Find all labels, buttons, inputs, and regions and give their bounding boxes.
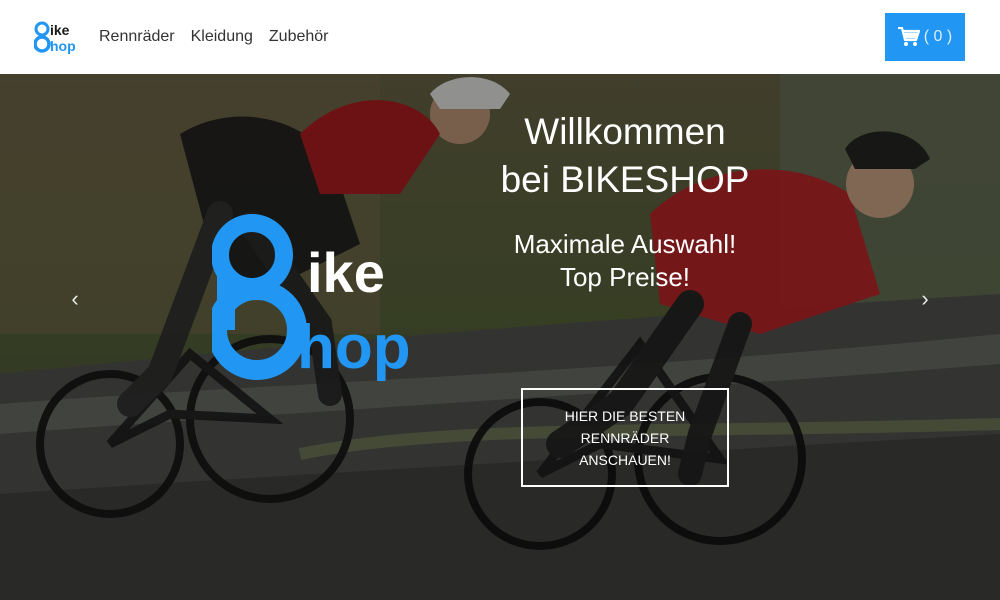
cart-count: ( 0 ) xyxy=(923,28,953,45)
cart-button[interactable]: ( 0 ) xyxy=(885,13,965,61)
nav-link-kleidung[interactable]: Kleidung xyxy=(191,27,253,47)
hero-carousel: ‹ › ike hop Willkommen bei BIKESHOP Maxi… xyxy=(0,74,1000,600)
carousel-next-button[interactable]: › xyxy=(910,284,940,314)
hero-text-block: Willkommen bei BIKESHOP Maximale Auswahl… xyxy=(500,108,750,294)
hero-logo-text-top: ike xyxy=(307,241,385,304)
hero-subtitle: Maximale Auswahl! Top Preise! xyxy=(513,229,737,292)
navbar: ike hop Rennräder Kleidung Zubehör ( 0 ) xyxy=(0,0,1000,74)
carousel-prev-button[interactable]: ‹ xyxy=(60,284,90,314)
shopping-cart-icon xyxy=(897,27,920,46)
hero-title: Willkommen bei BIKESHOP xyxy=(500,111,750,200)
main-nav: Rennräder Kleidung Zubehör xyxy=(99,27,328,47)
view-road-bikes-button[interactable]: HIER DIE BESTEN RENNRÄDER ANSCHAUEN! xyxy=(521,388,729,487)
nav-link-rennraeder[interactable]: Rennräder xyxy=(99,27,175,47)
hero-logo-text-bottom: hop xyxy=(297,313,411,382)
logo-text-top: ike xyxy=(50,22,70,38)
hero-bikeshop-logo: ike hop xyxy=(212,214,411,382)
nav-link-zubehoer[interactable]: Zubehör xyxy=(269,27,329,47)
logo-text-bottom: hop xyxy=(50,38,76,54)
bikeshop-logo-icon[interactable]: ike hop xyxy=(34,20,76,54)
